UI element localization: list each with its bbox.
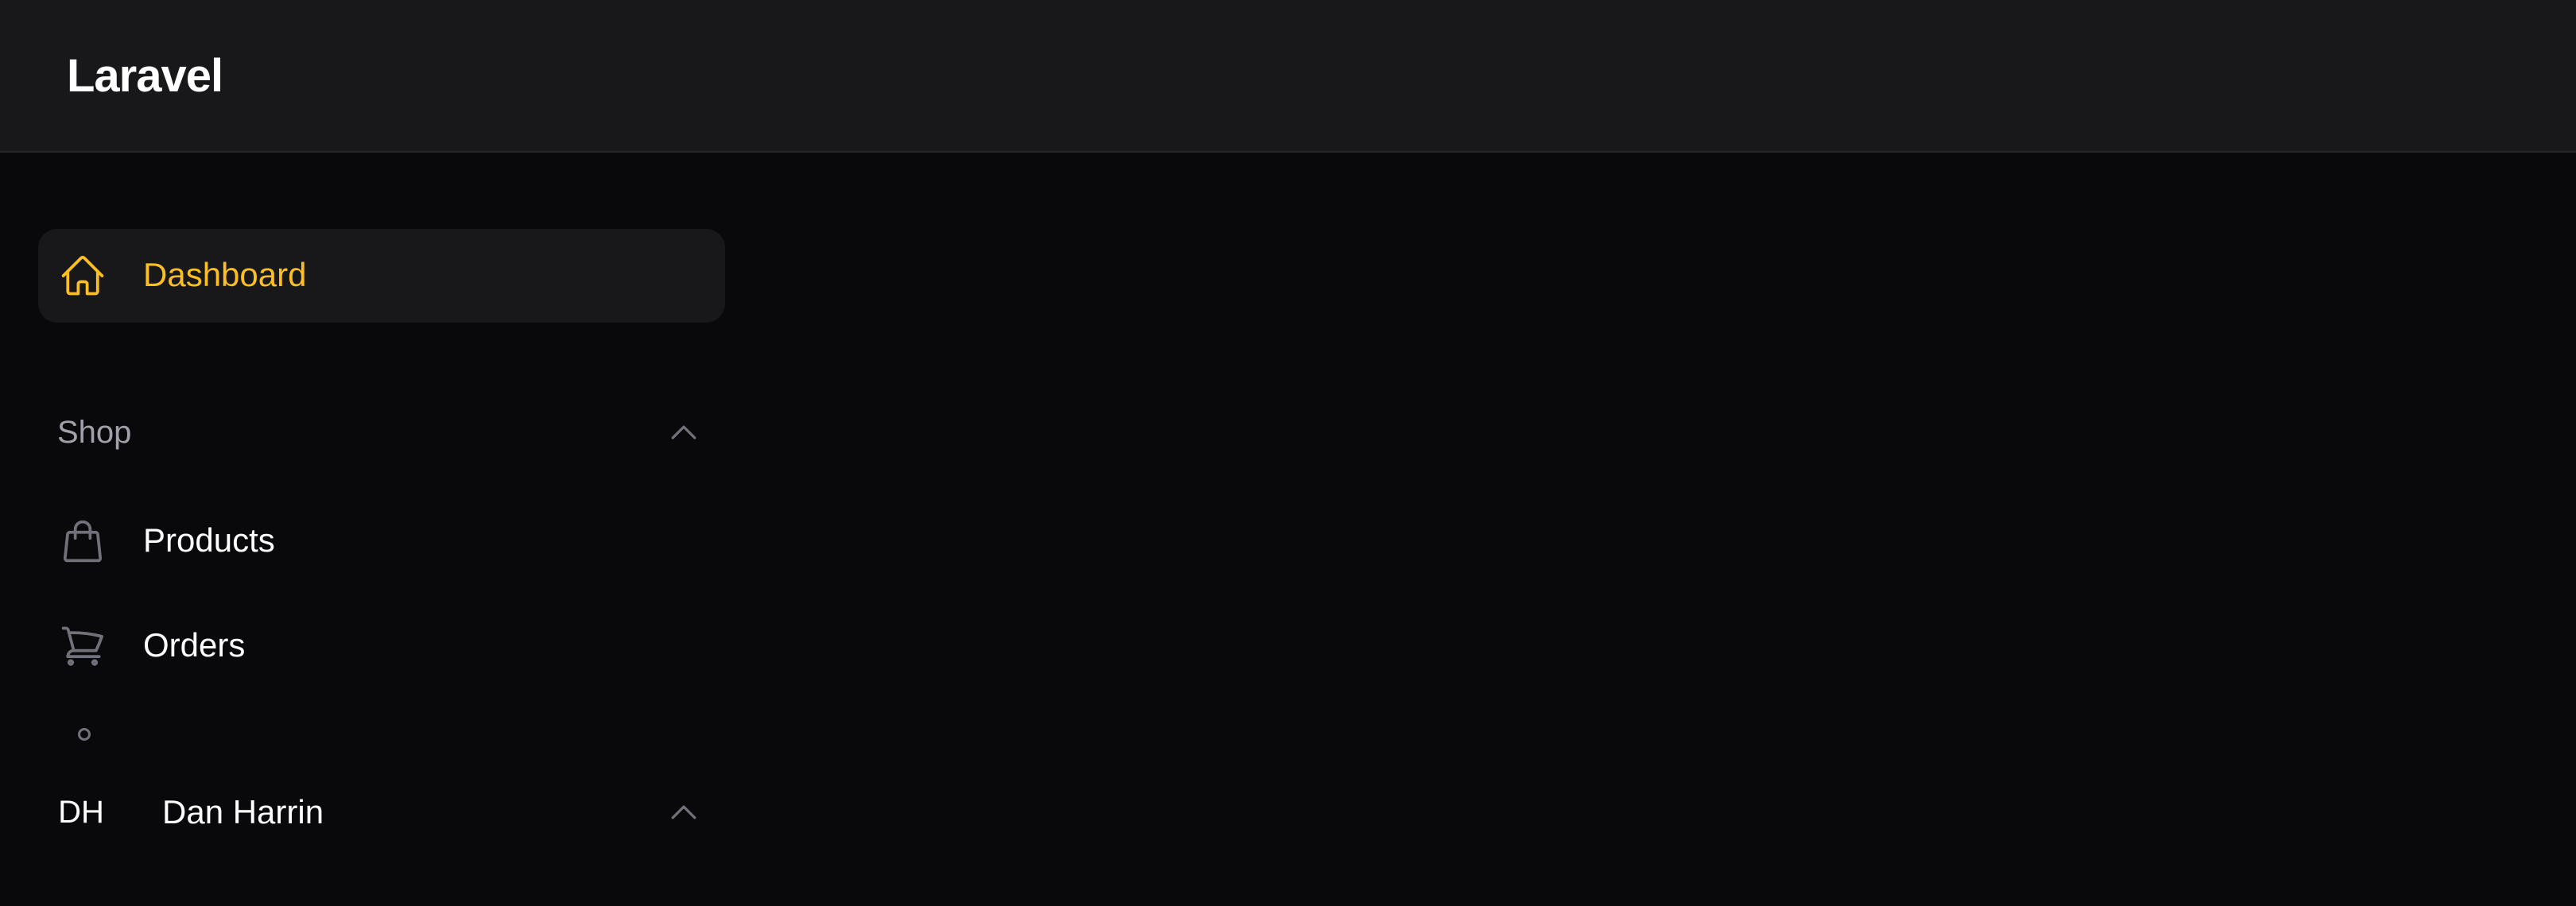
clipped-sidebar-item <box>38 715 725 747</box>
user-menu[interactable]: DH Dan Harrin <box>38 757 725 868</box>
sidebar-group-shop-header[interactable]: Shop <box>38 401 725 464</box>
sidebar-item-label: Orders <box>143 626 246 664</box>
shopping-bag-icon <box>59 517 107 565</box>
brand-logo[interactable]: Laravel <box>67 48 223 105</box>
sidebar: Dashboard Shop Products Orders DH Dan Ha… <box>0 153 747 906</box>
shopping-cart-icon <box>59 622 107 670</box>
top-bar: Laravel <box>0 0 2576 153</box>
sidebar-item-orders[interactable]: Orders <box>38 599 725 693</box>
chevron-up-icon[interactable] <box>666 415 701 450</box>
home-icon <box>59 252 107 300</box>
user-name: Dan Harrin <box>162 793 324 830</box>
sidebar-item-dashboard[interactable]: Dashboard <box>38 229 725 323</box>
clipped-icon <box>78 728 91 741</box>
sidebar-item-label: Dashboard <box>143 256 307 293</box>
avatar: DH <box>58 795 104 830</box>
sidebar-item-label: Products <box>143 521 275 559</box>
sidebar-item-products[interactable]: Products <box>38 494 725 588</box>
main-content <box>747 153 2576 906</box>
chevron-up-icon[interactable] <box>666 795 701 830</box>
sidebar-group-label: Shop <box>57 415 132 450</box>
